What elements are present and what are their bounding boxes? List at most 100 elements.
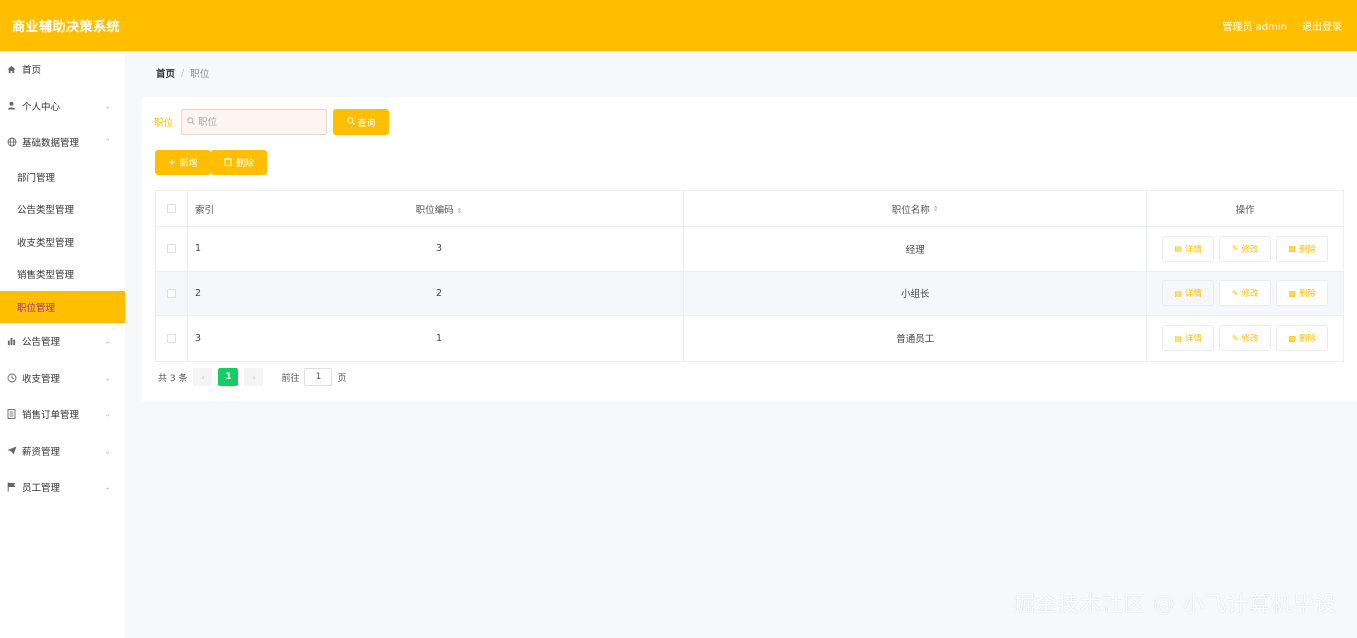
- breadcrumb-current: 职位: [190, 69, 210, 80]
- sidebar-item-staff[interactable]: 员工管理 ⌄: [0, 469, 125, 506]
- goto-label: 前往: [281, 373, 300, 384]
- sidebar-subitem-finance-type[interactable]: 收支类型管理: [0, 226, 125, 259]
- header-index-code-cell: 索引 职位编码 ⇕: [188, 191, 685, 226]
- chevron-down-icon: ⌄: [104, 101, 111, 111]
- search-input[interactable]: [198, 116, 319, 128]
- sidebar-item-profile[interactable]: 个人中心 ⌄: [0, 88, 125, 125]
- page-number-button[interactable]: 1: [218, 368, 239, 386]
- app-title: 商业辅助决策系统: [12, 20, 121, 35]
- header-name-label: 职位名称: [891, 204, 930, 216]
- row-name: 小组长: [684, 271, 1148, 315]
- watermark: 掘金技术社区 @ 小飞计算机毕设: [1013, 592, 1337, 616]
- sidebar-subitem-position[interactable]: 职位管理: [0, 290, 125, 323]
- row-name: 经理: [684, 227, 1148, 271]
- detail-button-label: 详情: [1184, 334, 1202, 345]
- header-user-area: 管理员 admin 退出登录: [1222, 18, 1342, 33]
- row-checkbox[interactable]: [166, 288, 176, 298]
- chevron-down-icon: ⌄: [104, 446, 111, 456]
- chevron-down-icon: ⌄: [104, 409, 111, 419]
- sidebar-item-label: 员工管理: [22, 483, 61, 495]
- sidebar-item-label: 基础数据管理: [22, 138, 80, 150]
- breadcrumb: 首页 / 职位: [142, 57, 1357, 89]
- row-checkbox[interactable]: [166, 244, 176, 254]
- row-index: 1: [194, 243, 201, 255]
- chevron-up-icon: ⌃: [104, 137, 111, 147]
- detail-button[interactable]: ▤ 详情: [1162, 235, 1215, 262]
- edit-button[interactable]: ✎ 修改: [1219, 280, 1272, 307]
- row-delete-button[interactable]: ▩ 删除: [1276, 325, 1329, 352]
- edit-icon: ✎: [1231, 333, 1239, 343]
- flag-icon: [6, 482, 17, 493]
- row-checkbox-cell: [156, 271, 188, 315]
- sidebar-item-finance[interactable]: 收支管理 ⌄: [0, 360, 125, 397]
- edit-icon: ✎: [1231, 244, 1239, 254]
- send-icon: [6, 445, 17, 456]
- sidebar-item-label: 公告管理: [22, 337, 61, 349]
- user-icon: [6, 100, 17, 111]
- globe-icon: [6, 137, 17, 148]
- sidebar-item-sales[interactable]: 销售订单管理 ⌄: [0, 396, 125, 433]
- chevron-down-icon: ⌄: [104, 336, 111, 346]
- sidebar-item-salary[interactable]: 薪资管理 ⌄: [0, 433, 125, 470]
- edit-button-label: 修改: [1241, 334, 1259, 345]
- search-icon: [187, 117, 195, 127]
- table-header-row: 索引 职位编码 ⇕ 职位名称 ⇕ 操作: [156, 191, 1343, 227]
- sort-icon[interactable]: ⇕: [933, 205, 939, 213]
- search-label: 职位: [154, 118, 174, 129]
- sidebar-item-basic-data[interactable]: 基础数据管理 ⌃: [0, 124, 125, 161]
- sidebar-item-home[interactable]: 首页: [0, 51, 125, 88]
- header-name[interactable]: 职位名称 ⇕: [684, 191, 1148, 226]
- document-icon: ▤: [1174, 244, 1182, 254]
- table-row: 2 2 小组长 ▤ 详情 ✎ 修改 ▩ 删除: [156, 271, 1343, 316]
- row-actions: ▤ 详情 ✎ 修改 ▩ 删除: [1147, 316, 1343, 361]
- sidebar: 首页 个人中心 ⌄ 基础数据管理 ⌃ 部门管理 公告类型管理 收支类型管理 销售…: [0, 51, 125, 638]
- row-checkbox-cell: [156, 316, 188, 361]
- delete-button[interactable]: 删除: [211, 150, 267, 175]
- pagination-total: 共 3 条: [158, 373, 188, 384]
- header-code[interactable]: 职位编码 ⇕: [255, 202, 683, 216]
- row-delete-button[interactable]: ▩ 删除: [1276, 280, 1329, 307]
- sidebar-subitem-sales-type[interactable]: 销售类型管理: [0, 258, 125, 291]
- chevron-down-icon: ⌄: [104, 373, 111, 383]
- row-code: 3: [436, 243, 443, 255]
- query-button[interactable]: 查询: [333, 109, 390, 135]
- next-page-button[interactable]: ›: [244, 368, 264, 386]
- sidebar-subitem-department[interactable]: 部门管理: [0, 161, 125, 194]
- sidebar-item-notice[interactable]: 公告管理 ⌄: [0, 323, 125, 360]
- header-ops: 操作: [1235, 204, 1255, 216]
- logout-link[interactable]: 退出登录: [1302, 18, 1342, 33]
- row-delete-button[interactable]: ▩ 删除: [1276, 235, 1329, 262]
- goto-page-input[interactable]: 1: [304, 368, 333, 386]
- sidebar-item-label: 个人中心: [22, 101, 61, 113]
- add-button[interactable]: + 新增: [155, 150, 211, 175]
- row-index-code-cell: 2 2: [188, 271, 685, 315]
- add-button-label: 新增: [179, 159, 198, 169]
- query-button-label: 查询: [357, 118, 376, 129]
- row-index: 3: [194, 332, 201, 344]
- document-icon: ▤: [1174, 288, 1182, 298]
- detail-button[interactable]: ▤ 详情: [1162, 280, 1215, 307]
- chevron-down-icon: ⌄: [104, 482, 111, 492]
- sort-icon[interactable]: ⇕: [457, 207, 463, 215]
- detail-button-label: 详情: [1184, 289, 1202, 300]
- trash-icon: ▩: [1288, 244, 1296, 254]
- edit-button[interactable]: ✎ 修改: [1219, 325, 1272, 352]
- prev-page-button[interactable]: ‹: [193, 368, 213, 386]
- detail-button[interactable]: ▤ 详情: [1162, 325, 1215, 352]
- row-index: 2: [194, 287, 201, 299]
- row-checkbox[interactable]: [166, 333, 176, 343]
- sidebar-subitem-notice-type[interactable]: 公告类型管理: [0, 193, 125, 226]
- select-all-checkbox[interactable]: [166, 204, 176, 213]
- search-field[interactable]: [181, 109, 328, 135]
- table-row: 3 1 普通员工 ▤ 详情 ✎ 修改 ▩ 删除: [156, 316, 1343, 361]
- search-icon: [346, 117, 355, 127]
- edit-button[interactable]: ✎ 修改: [1219, 235, 1272, 262]
- toolbar: + 新增 删除: [155, 150, 267, 175]
- row-actions: ▤ 详情 ✎ 修改 ▩ 删除: [1147, 272, 1343, 316]
- header-index: 索引: [194, 204, 214, 216]
- edit-button-label: 修改: [1241, 289, 1259, 300]
- row-code: 1: [436, 332, 443, 344]
- sidebar-item-label: 首页: [22, 65, 42, 77]
- breadcrumb-home[interactable]: 首页: [156, 66, 175, 80]
- document-icon: ▤: [1174, 333, 1182, 343]
